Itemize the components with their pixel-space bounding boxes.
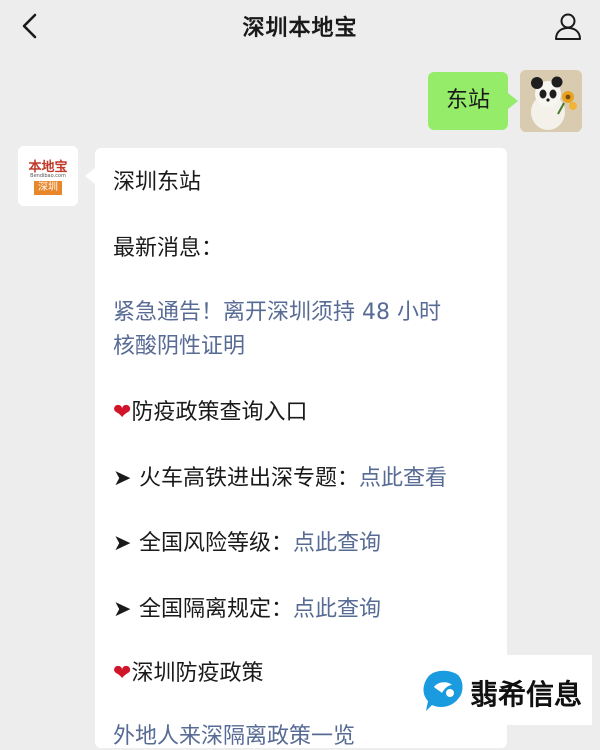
quarantine-link[interactable]: 点此查询 bbox=[293, 597, 381, 622]
arrow-icon: ➤ bbox=[113, 597, 132, 622]
station-title: 深圳东站 bbox=[113, 170, 202, 195]
risk-link[interactable]: 点此查询 bbox=[293, 531, 381, 556]
heart-icon: ❤ bbox=[113, 661, 132, 686]
profile-button[interactable] bbox=[550, 8, 586, 44]
person-icon bbox=[555, 13, 581, 40]
news-heading: 最新消息： bbox=[113, 236, 224, 261]
chat-header: 深圳本地宝 bbox=[0, 0, 600, 52]
section-shenzhen-policy: ❤深圳防疫政策 bbox=[113, 655, 263, 687]
logo-city-badge: 深圳 bbox=[34, 181, 62, 195]
list-item-quarantine: ➤ 全国隔离规定：点此查询 bbox=[113, 591, 381, 623]
bot-avatar[interactable]: 本地宝 Bendibao.com 深圳 bbox=[18, 146, 78, 206]
logo-domain-text: Bendibao.com bbox=[30, 173, 66, 179]
panda-plush-image bbox=[520, 70, 582, 132]
list-item-train: ➤ 火车高铁进出深专题：点此查看 bbox=[113, 460, 447, 492]
arrow-icon: ➤ bbox=[113, 531, 132, 556]
notice-link-line2[interactable]: 核酸阴性证明 bbox=[113, 328, 245, 360]
notice-link-line1[interactable]: 紧急通告！离开深圳须持 48 小时 bbox=[113, 294, 441, 326]
quarantine-label: 全国隔离规定： bbox=[139, 597, 294, 622]
chat-title: 深圳本地宝 bbox=[242, 16, 358, 41]
section-policy-query-label: 防疫政策查询入口 bbox=[131, 400, 308, 425]
outgoing-message-text: 东站 bbox=[445, 88, 490, 113]
cutoff-link[interactable]: 外地人来深隔离政策一览 bbox=[113, 718, 355, 750]
heart-icon: ❤ bbox=[113, 400, 132, 425]
watermark-text: 翡希信息 bbox=[470, 678, 583, 711]
arrow-icon: ➤ bbox=[113, 466, 132, 491]
watermark-logo-icon bbox=[423, 670, 463, 711]
risk-label: 全国风险等级： bbox=[139, 531, 294, 556]
train-label: 火车高铁进出深专题： bbox=[139, 466, 360, 491]
section-shenzhen-policy-label: 深圳防疫政策 bbox=[131, 661, 264, 686]
list-item-risk: ➤ 全国风险等级：点此查询 bbox=[113, 525, 381, 557]
watermark: 翡希信息 bbox=[412, 655, 592, 725]
section-policy-query: ❤防疫政策查询入口 bbox=[113, 394, 307, 426]
user-avatar[interactable] bbox=[520, 70, 582, 132]
outgoing-message[interactable]: 东站 bbox=[427, 72, 519, 130]
train-link[interactable]: 点此查看 bbox=[359, 466, 447, 491]
